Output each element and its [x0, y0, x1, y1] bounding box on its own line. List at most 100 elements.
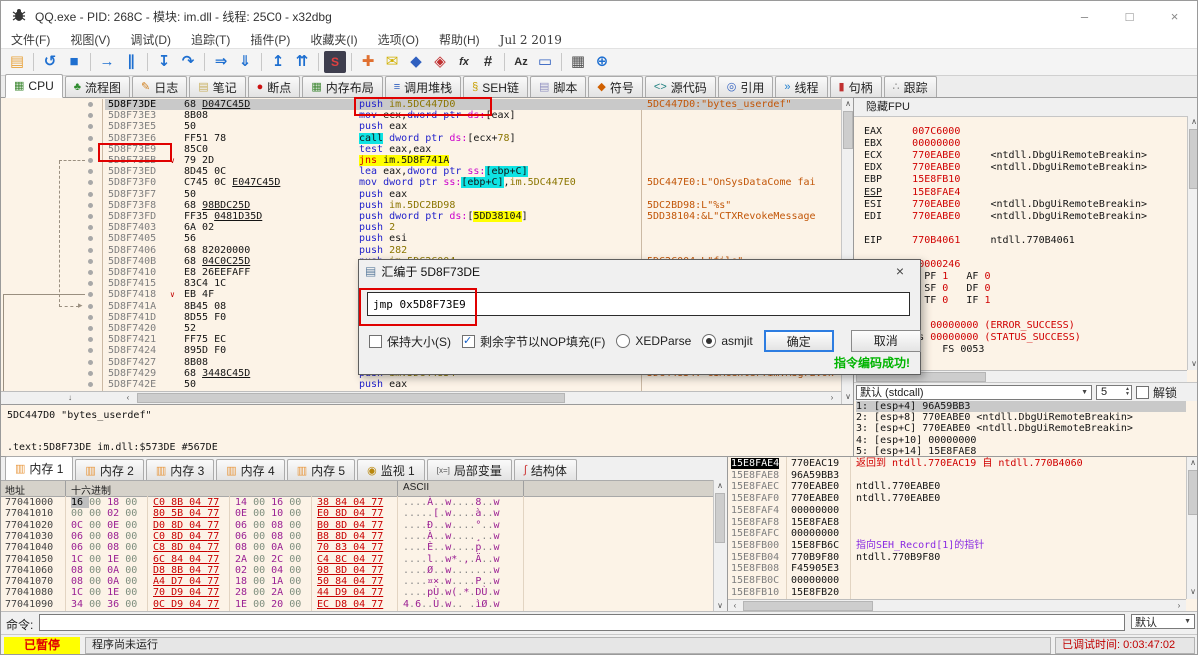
- user-step-icon[interactable]: ⇈: [291, 51, 313, 73]
- tab-log[interactable]: ✎ 日志: [131, 76, 188, 97]
- breakpoint-dot[interactable]: [88, 191, 93, 197]
- argument-row[interactable]: 1: [esp+4] 96A59BB3: [856, 401, 1186, 412]
- dump-vscrollbar[interactable]: ∧ ∨: [713, 480, 727, 612]
- hide-fpu-button[interactable]: 隐藏FPU: [854, 98, 1197, 117]
- column-hex[interactable]: 十六进制: [71, 482, 111, 497]
- tab-notes[interactable]: ▤ 笔记: [189, 76, 246, 97]
- calculator-icon[interactable]: ▦: [567, 51, 589, 73]
- tab-dump4[interactable]: ▥ 内存 4: [216, 459, 285, 480]
- menu-item[interactable]: 收藏夹(I): [300, 31, 367, 48]
- tab-script[interactable]: ▤ 脚本: [529, 76, 587, 97]
- run-to-user-code-icon[interactable]: ↥: [267, 51, 289, 73]
- disasm-row[interactable]: 5D8F73F0 C745 0C E047C45D mov dword ptr ss…: [1, 177, 841, 189]
- scroll-thumb[interactable]: [743, 601, 873, 611]
- az-icon[interactable]: Az: [510, 51, 532, 73]
- tab-symbols[interactable]: ◆ 符号: [588, 76, 643, 97]
- tab-graph[interactable]: ♣ 流程图: [64, 76, 130, 97]
- scroll-up-icon[interactable]: ∧: [1187, 457, 1197, 469]
- tab-trace[interactable]: ∴ 跟踪: [883, 76, 937, 97]
- argument-row[interactable]: 5: [esp+14] 15E8FAE8: [856, 446, 1186, 456]
- bookmarks-icon[interactable]: ◈: [429, 51, 451, 73]
- argument-row[interactable]: 2: [esp+8] 770EABE0 <ntdll.DbgUiRemoteBr…: [856, 412, 1186, 423]
- disasm-row[interactable]: 5D8F73E5 50 push eax: [1, 121, 841, 133]
- tab-callstack[interactable]: ≡ 调用堆栈: [384, 76, 462, 97]
- open-folder-icon[interactable]: ▤: [6, 51, 28, 73]
- disasm-row[interactable]: 5D8F73E3 8B08 mov ecx,dword ptr ds:[eax]: [1, 110, 841, 122]
- tab-dump2[interactable]: ▥ 内存 2: [75, 459, 144, 480]
- breakpoint-dot[interactable]: [88, 281, 93, 287]
- breakpoint-dot[interactable]: [88, 169, 93, 175]
- assembly-instruction-input[interactable]: [367, 292, 910, 316]
- scroll-left-icon[interactable]: ‹: [121, 392, 135, 404]
- breakpoint-dot[interactable]: [88, 225, 93, 231]
- breakpoint-dot[interactable]: [88, 158, 93, 163]
- close-button[interactable]: ×: [1152, 2, 1197, 31]
- disasm-row[interactable]: 5D8F73E6 FF51 78 call dword ptr ds:[ecx+78…: [1, 132, 841, 145]
- tab-watch1[interactable]: ◉ 监视 1: [357, 459, 425, 480]
- scroll-thumb[interactable]: [1188, 470, 1197, 515]
- stack-vscrollbar[interactable]: ∧ ∨: [1186, 457, 1197, 599]
- breakpoint-dot[interactable]: [88, 348, 93, 354]
- stepper-arrows-icon[interactable]: ▲ ▼: [1125, 387, 1131, 397]
- breakpoint-dot[interactable]: [88, 270, 93, 275]
- disasm-hscrollbar[interactable]: ↓ ‹ ›: [1, 391, 841, 404]
- register-row[interactable]: EIP 770B4061 ntdll.770B4061: [864, 235, 1075, 247]
- command-mode-select[interactable]: 默认 ▼: [1131, 614, 1195, 629]
- breakpoint-dot[interactable]: [88, 214, 93, 219]
- breakpoint-dot[interactable]: [88, 236, 93, 242]
- menu-item[interactable]: 调试(D): [120, 31, 181, 48]
- breakpoint-dot[interactable]: [88, 303, 93, 309]
- breakpoint-dot[interactable]: [88, 180, 93, 186]
- breakpoint-dot[interactable]: [88, 359, 93, 365]
- scroll-down-icon[interactable]: ↓: [63, 392, 77, 404]
- scroll-thumb[interactable]: [843, 111, 853, 149]
- tab-dump1[interactable]: ▥ 内存 1: [5, 456, 74, 480]
- pause-icon[interactable]: ∥: [120, 51, 142, 73]
- register-row[interactable]: ECX 770EABE0 <ntdll.DbgUiRemoteBreakin>: [864, 150, 1147, 162]
- disasm-row[interactable]: 5D8F7405 56 push esi: [1, 233, 841, 245]
- tab-source[interactable]: <> 源代码: [644, 76, 716, 97]
- tab-references[interactable]: ◎ 引用: [717, 76, 774, 97]
- breakpoint-dot[interactable]: [88, 258, 93, 264]
- scroll-up-icon[interactable]: ∧: [1188, 116, 1197, 128]
- globe-icon[interactable]: ⊕: [591, 51, 613, 73]
- breakpoint-dot[interactable]: [88, 370, 93, 376]
- breakpoint-dot[interactable]: [88, 135, 93, 141]
- argument-row[interactable]: 4: [esp+10] 00000000: [856, 435, 1186, 446]
- argument-row[interactable]: 3: [esp+C] 770EABE0 <ntdll.DbgUiRemoteBr…: [856, 423, 1186, 434]
- step-into-icon[interactable]: ↧: [153, 51, 175, 73]
- breakpoint-dot[interactable]: [88, 337, 93, 343]
- window-icon[interactable]: ▭: [534, 51, 556, 73]
- column-address[interactable]: 地址: [5, 482, 25, 497]
- keep-size-checkbox[interactable]: [369, 334, 382, 348]
- execute-till-return-icon[interactable]: ⇓: [234, 51, 256, 73]
- breakpoint-dot[interactable]: [88, 102, 93, 107]
- minimize-button[interactable]: –: [1062, 2, 1107, 31]
- script-badge-icon[interactable]: S: [324, 51, 346, 73]
- breakpoint-dot[interactable]: [88, 247, 93, 253]
- ok-button[interactable]: 确定: [763, 330, 834, 352]
- menu-item[interactable]: 文件(F): [1, 31, 60, 48]
- disasm-row[interactable]: 5D8F73F8 68 98BDC25D push im.5DC2BD98 5DC2B…: [1, 200, 841, 212]
- register-row[interactable]: EBP 15E8FB10: [864, 174, 960, 186]
- breakpoint-dot[interactable]: [88, 382, 93, 387]
- breakpoint-dot[interactable]: [88, 202, 93, 208]
- disasm-row[interactable]: 5D8F73FD FF35 0481D35D push dword ptr ds:[…: [1, 211, 841, 223]
- breakpoint-dot[interactable]: [88, 326, 93, 331]
- argument-depth-stepper[interactable]: 5 ▲ ▼: [1096, 384, 1132, 400]
- scroll-up-icon[interactable]: ∧: [714, 480, 726, 492]
- menu-item[interactable]: 帮助(H): [429, 31, 490, 48]
- breakpoint-dot[interactable]: [88, 146, 93, 152]
- comments-icon[interactable]: ✉: [381, 51, 403, 73]
- disasm-row[interactable]: 5D8F73DE 68 D047C45D push im.5DC447D0 5DC44…: [1, 99, 841, 111]
- cancel-button[interactable]: 取消: [850, 330, 921, 352]
- column-ascii[interactable]: ASCII: [403, 482, 429, 493]
- dialog-close-icon[interactable]: ×: [886, 263, 914, 279]
- stop-icon[interactable]: ■: [63, 51, 85, 73]
- scroll-right-icon[interactable]: ›: [825, 392, 839, 404]
- tab-dump5[interactable]: ▥ 内存 5: [286, 459, 356, 480]
- register-row[interactable]: ESI 770EABE0 <ntdll.DbgUiRemoteBreakin>: [864, 199, 1147, 211]
- calling-convention-select[interactable]: 默认 (stdcall) ▼: [856, 384, 1092, 400]
- breakpoint-dot[interactable]: [88, 292, 93, 298]
- menu-item[interactable]: 视图(V): [60, 31, 120, 48]
